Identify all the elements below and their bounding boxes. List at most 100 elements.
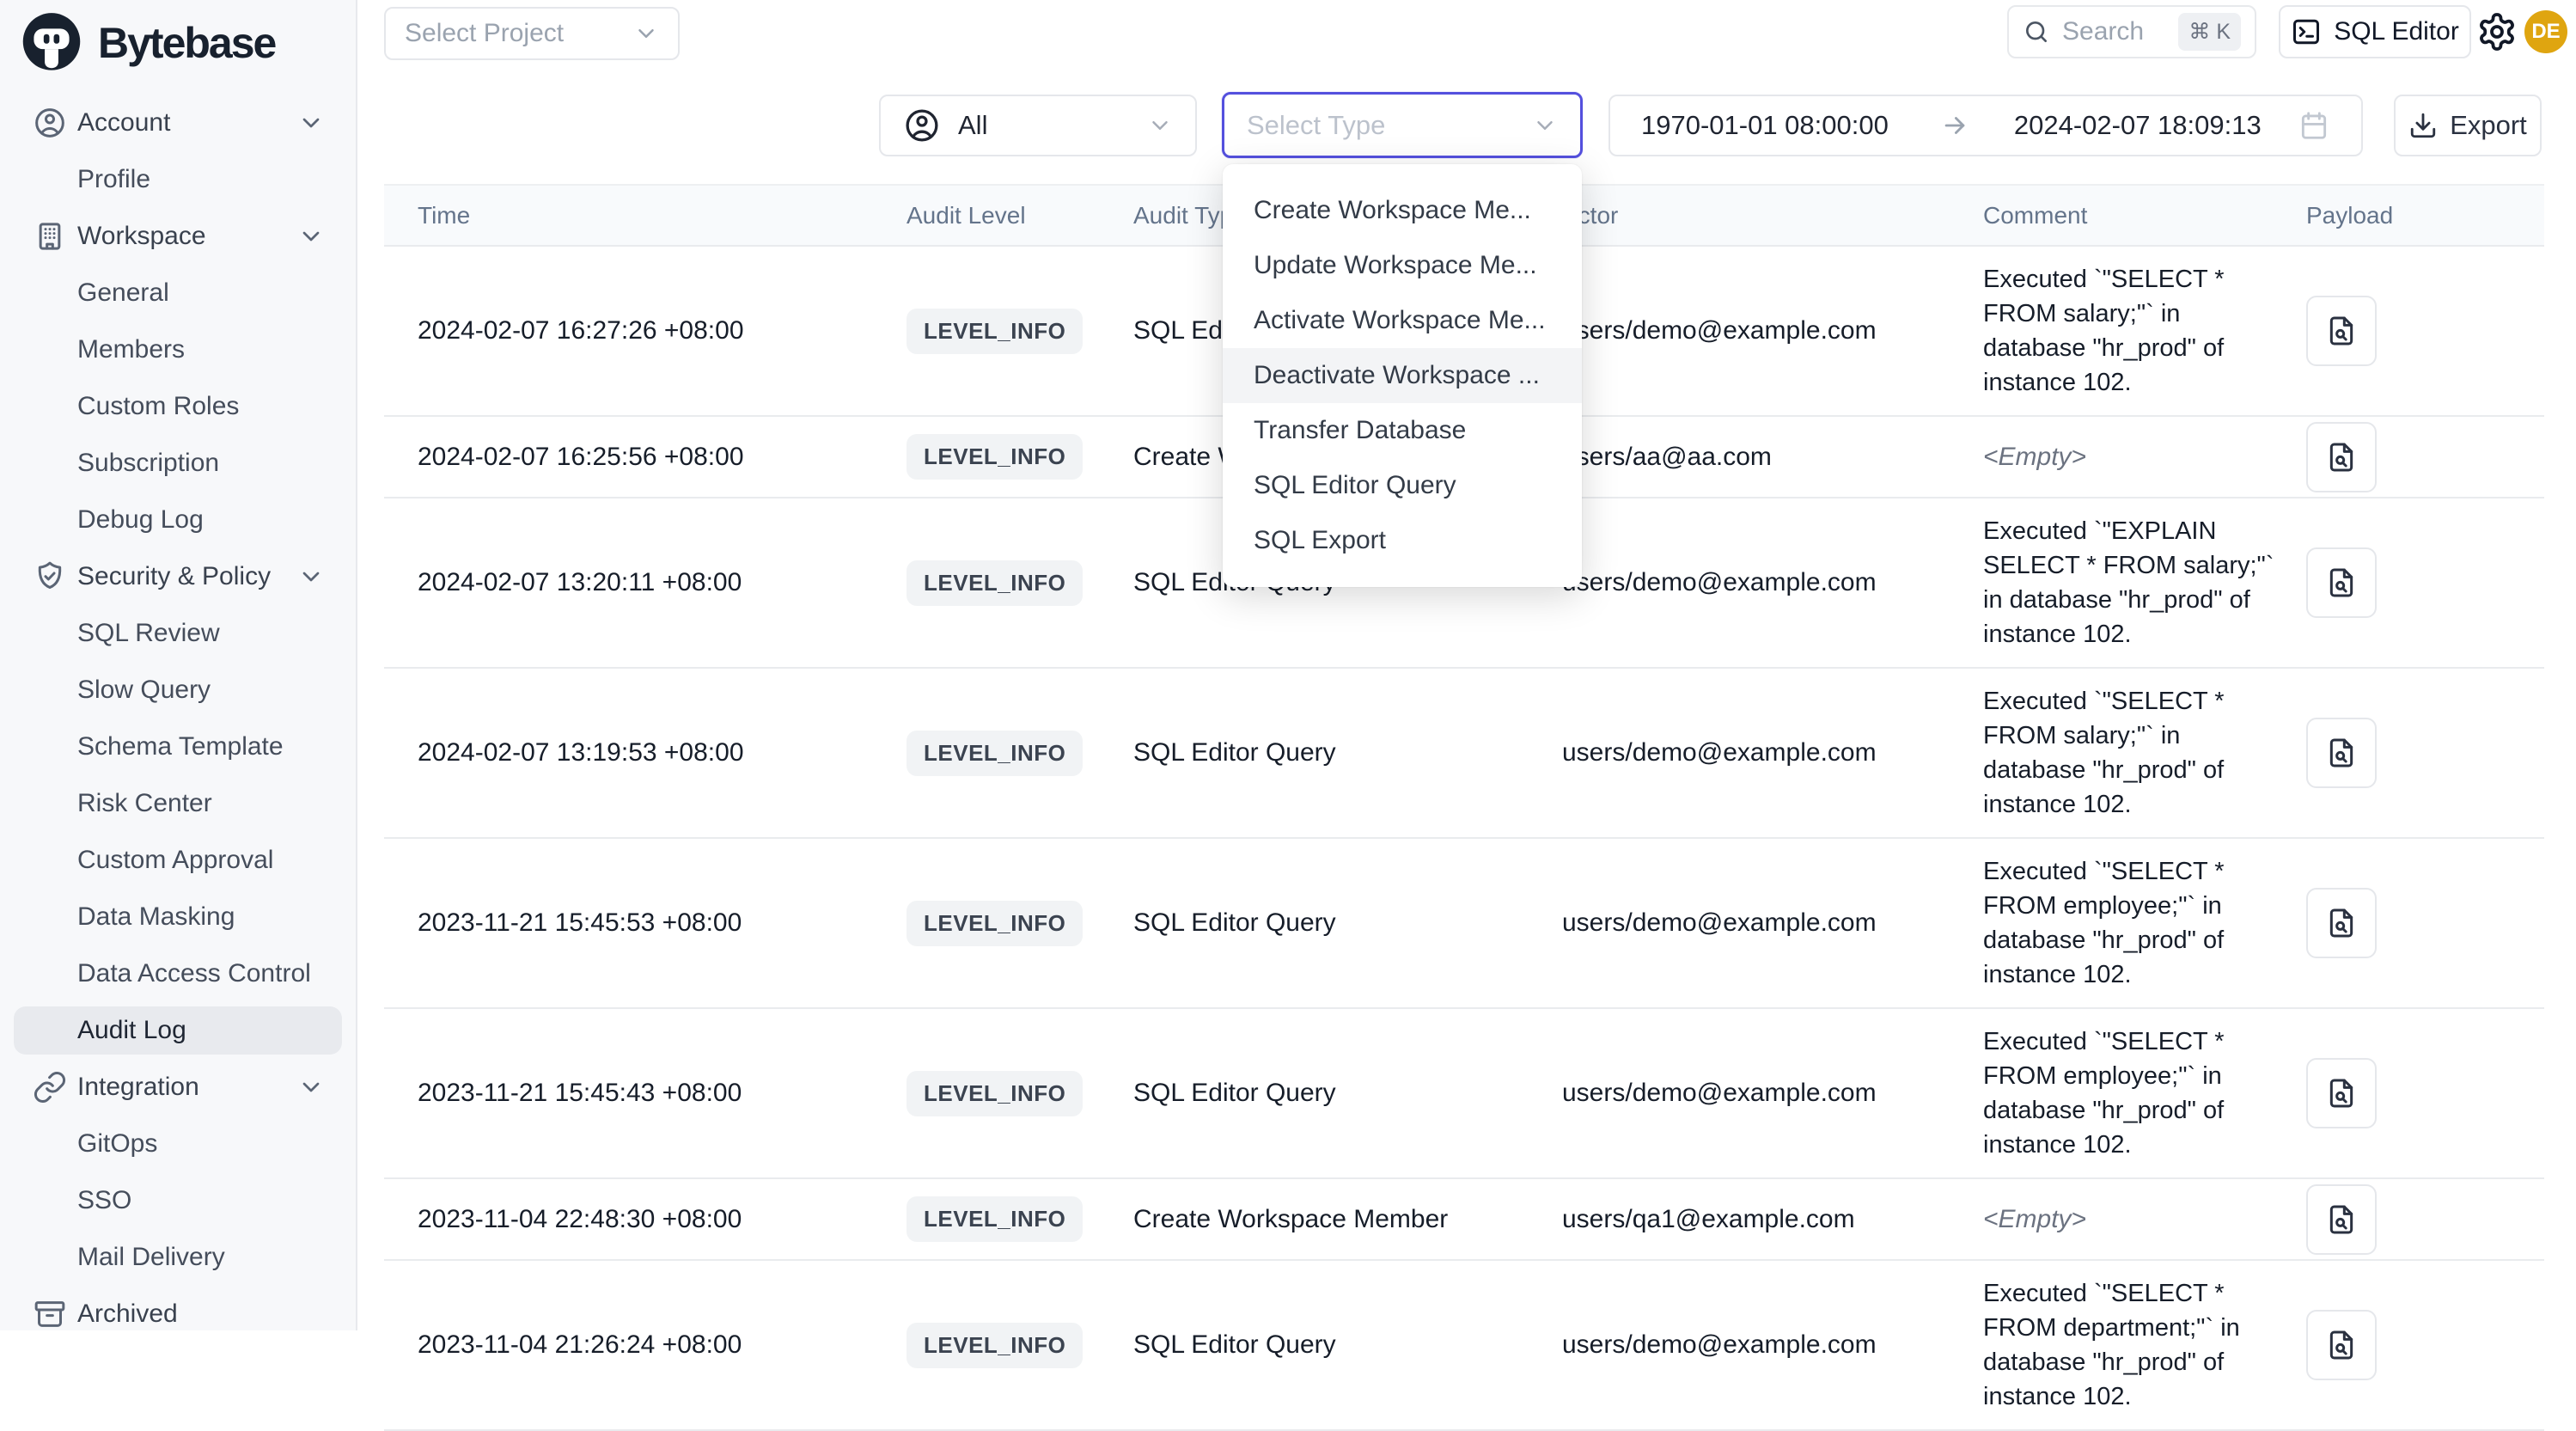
- menu-item-transfer-database[interactable]: Transfer Database: [1223, 403, 1582, 458]
- column-header-time: Time: [384, 202, 894, 229]
- sidebar-item-label: Profile: [77, 165, 150, 194]
- audit-level-badge: LEVEL_INFO: [906, 1196, 1083, 1242]
- sidebar-item-schema-template[interactable]: Schema Template: [0, 719, 356, 775]
- actor-filter-value: All: [958, 110, 987, 141]
- cell-comment: Executed `"SELECT * FROM employee;"` in …: [1968, 1009, 2286, 1177]
- menu-item-deactivate-workspace[interactable]: Deactivate Workspace ...: [1223, 348, 1582, 403]
- chevron-down-icon: [297, 223, 325, 250]
- settings-gear-icon[interactable]: [2476, 11, 2518, 52]
- shield-check-icon: [33, 560, 67, 594]
- sidebar-item-label: Account: [77, 108, 170, 138]
- payload-view-button[interactable]: [2306, 1310, 2377, 1380]
- cell-time: 2023-11-04 22:48:30 +08:00: [384, 1205, 894, 1234]
- sql-editor-button[interactable]: SQL Editor: [2279, 5, 2471, 58]
- sidebar-item-custom-approval[interactable]: Custom Approval: [0, 832, 356, 889]
- sidebar-item-integration[interactable]: Integration: [0, 1059, 356, 1116]
- cell-time: 2023-11-21 15:45:43 +08:00: [384, 1079, 894, 1108]
- date-range-start: 1970-01-01 08:00:00: [1641, 110, 1889, 141]
- sidebar-item-workspace[interactable]: Workspace: [0, 208, 356, 265]
- actor-filter-select[interactable]: All: [879, 95, 1197, 156]
- file-search-icon: [2324, 440, 2359, 474]
- sidebar-item-slow-query[interactable]: Slow Query: [0, 662, 356, 719]
- cell-time: 2024-02-07 16:27:26 +08:00: [384, 316, 894, 346]
- sidebar-item-sql-review[interactable]: SQL Review: [0, 605, 356, 662]
- menu-item-create-workspace-me[interactable]: Create Workspace Me...: [1223, 183, 1582, 238]
- cell-actor: users/demo@example.com: [1547, 316, 1968, 346]
- type-filter-dropdown: Create Workspace Me...Update Workspace M…: [1223, 164, 1582, 587]
- payload-view-button[interactable]: [2306, 422, 2377, 492]
- table-row: 2023-11-21 15:45:53 +08:00LEVEL_INFOSQL …: [384, 839, 2544, 1009]
- sidebar-item-members[interactable]: Members: [0, 321, 356, 378]
- user-circle-icon: [33, 106, 67, 140]
- payload-view-button[interactable]: [2306, 1058, 2377, 1128]
- sidebar-item-label: Data Access Control: [77, 959, 311, 988]
- project-select[interactable]: Select Project: [384, 7, 680, 60]
- menu-item-activate-workspace-me[interactable]: Activate Workspace Me...: [1223, 293, 1582, 348]
- sidebar-item-account[interactable]: Account: [0, 95, 356, 151]
- sidebar-item-label: Security & Policy: [77, 562, 271, 591]
- search-placeholder: Search: [2062, 17, 2144, 46]
- cell-audit-type: Create Workspace Member: [1117, 1205, 1547, 1234]
- sidebar-item-risk-center[interactable]: Risk Center: [0, 775, 356, 832]
- file-search-icon: [2324, 736, 2359, 770]
- sidebar-item-data-masking[interactable]: Data Masking: [0, 889, 356, 945]
- cell-audit-type: SQL Editor Query: [1117, 1079, 1547, 1108]
- sidebar-item-label: SSO: [77, 1186, 131, 1215]
- sidebar-item-label: Debug Log: [77, 505, 204, 535]
- cell-audit-type: SQL Editor Query: [1117, 738, 1547, 767]
- sidebar-item-profile[interactable]: Profile: [0, 151, 356, 208]
- calendar-icon: [2298, 109, 2330, 142]
- cell-actor: users/demo@example.com: [1547, 1330, 1968, 1360]
- sidebar-item-general[interactable]: General: [0, 265, 356, 321]
- menu-item-sql-editor-query[interactable]: SQL Editor Query: [1223, 458, 1582, 513]
- payload-view-button[interactable]: [2306, 1184, 2377, 1255]
- export-button[interactable]: Export: [2394, 95, 2542, 156]
- column-header-payload: Payload: [2286, 202, 2544, 229]
- cell-time: 2024-02-07 16:25:56 +08:00: [384, 443, 894, 472]
- type-filter-placeholder: Select Type: [1247, 110, 1385, 141]
- payload-view-button[interactable]: [2306, 888, 2377, 958]
- cell-time: 2024-02-07 13:20:11 +08:00: [384, 568, 894, 597]
- audit-level-badge: LEVEL_INFO: [906, 1071, 1083, 1116]
- sidebar-item-audit-log[interactable]: Audit Log: [0, 1002, 356, 1059]
- cell-comment: Executed `"SELECT * FROM employee;"` in …: [1968, 839, 2286, 1007]
- payload-view-button[interactable]: [2306, 718, 2377, 788]
- sidebar-item-gitops[interactable]: GitOps: [0, 1116, 356, 1172]
- sidebar-item-sso[interactable]: SSO: [0, 1172, 356, 1229]
- search-input[interactable]: Search ⌘ K: [2007, 5, 2256, 58]
- sidebar-item-security-policy[interactable]: Security & Policy: [0, 548, 356, 605]
- cell-time: 2024-02-07 13:19:53 +08:00: [384, 738, 894, 767]
- cell-comment: <Empty>: [1968, 425, 2286, 490]
- sidebar-item-custom-roles[interactable]: Custom Roles: [0, 378, 356, 435]
- archive-icon: [33, 1297, 67, 1331]
- export-label: Export: [2450, 110, 2527, 141]
- sidebar-item-archived[interactable]: Archived: [0, 1286, 356, 1342]
- sidebar-item-label: SQL Review: [77, 619, 220, 648]
- sidebar-item-debug-log[interactable]: Debug Log: [0, 492, 356, 548]
- payload-view-button[interactable]: [2306, 547, 2377, 618]
- chevron-down-icon: [1147, 113, 1173, 138]
- cell-audit-type: SQL Editor Query: [1117, 908, 1547, 938]
- audit-level-badge: LEVEL_INFO: [906, 1323, 1083, 1368]
- menu-item-sql-export[interactable]: SQL Export: [1223, 513, 1582, 568]
- sidebar-item-label: Integration: [77, 1073, 199, 1102]
- column-header-comment: Comment: [1968, 202, 2286, 229]
- brand-logo[interactable]: Bytebase: [19, 10, 275, 76]
- date-range-end: 2024-02-07 18:09:13: [2014, 110, 2262, 141]
- audit-level-badge: LEVEL_INFO: [906, 309, 1083, 354]
- audit-level-badge: LEVEL_INFO: [906, 434, 1083, 480]
- date-range-picker[interactable]: 1970-01-01 08:00:00 2024-02-07 18:09:13: [1608, 95, 2363, 156]
- table-row: 2023-11-04 21:26:24 +08:00LEVEL_INFOSQL …: [384, 1261, 2544, 1431]
- sidebar-item-label: Subscription: [77, 449, 219, 478]
- type-filter-select[interactable]: Select Type: [1222, 92, 1583, 158]
- menu-item-update-workspace-me[interactable]: Update Workspace Me...: [1223, 238, 1582, 293]
- payload-view-button[interactable]: [2306, 296, 2377, 366]
- sidebar-item-mail-delivery[interactable]: Mail Delivery: [0, 1229, 356, 1286]
- sidebar-item-data-access-control[interactable]: Data Access Control: [0, 945, 356, 1002]
- empty-comment-label: <Empty>: [1983, 1205, 2086, 1233]
- table-row: 2023-11-04 22:48:30 +08:00 LEVEL_INFO Crea…: [384, 1179, 2544, 1261]
- brand-name: Bytebase: [98, 18, 275, 68]
- download-icon: [2408, 111, 2438, 140]
- sidebar-item-subscription[interactable]: Subscription: [0, 435, 356, 492]
- avatar[interactable]: DE: [2524, 10, 2567, 53]
